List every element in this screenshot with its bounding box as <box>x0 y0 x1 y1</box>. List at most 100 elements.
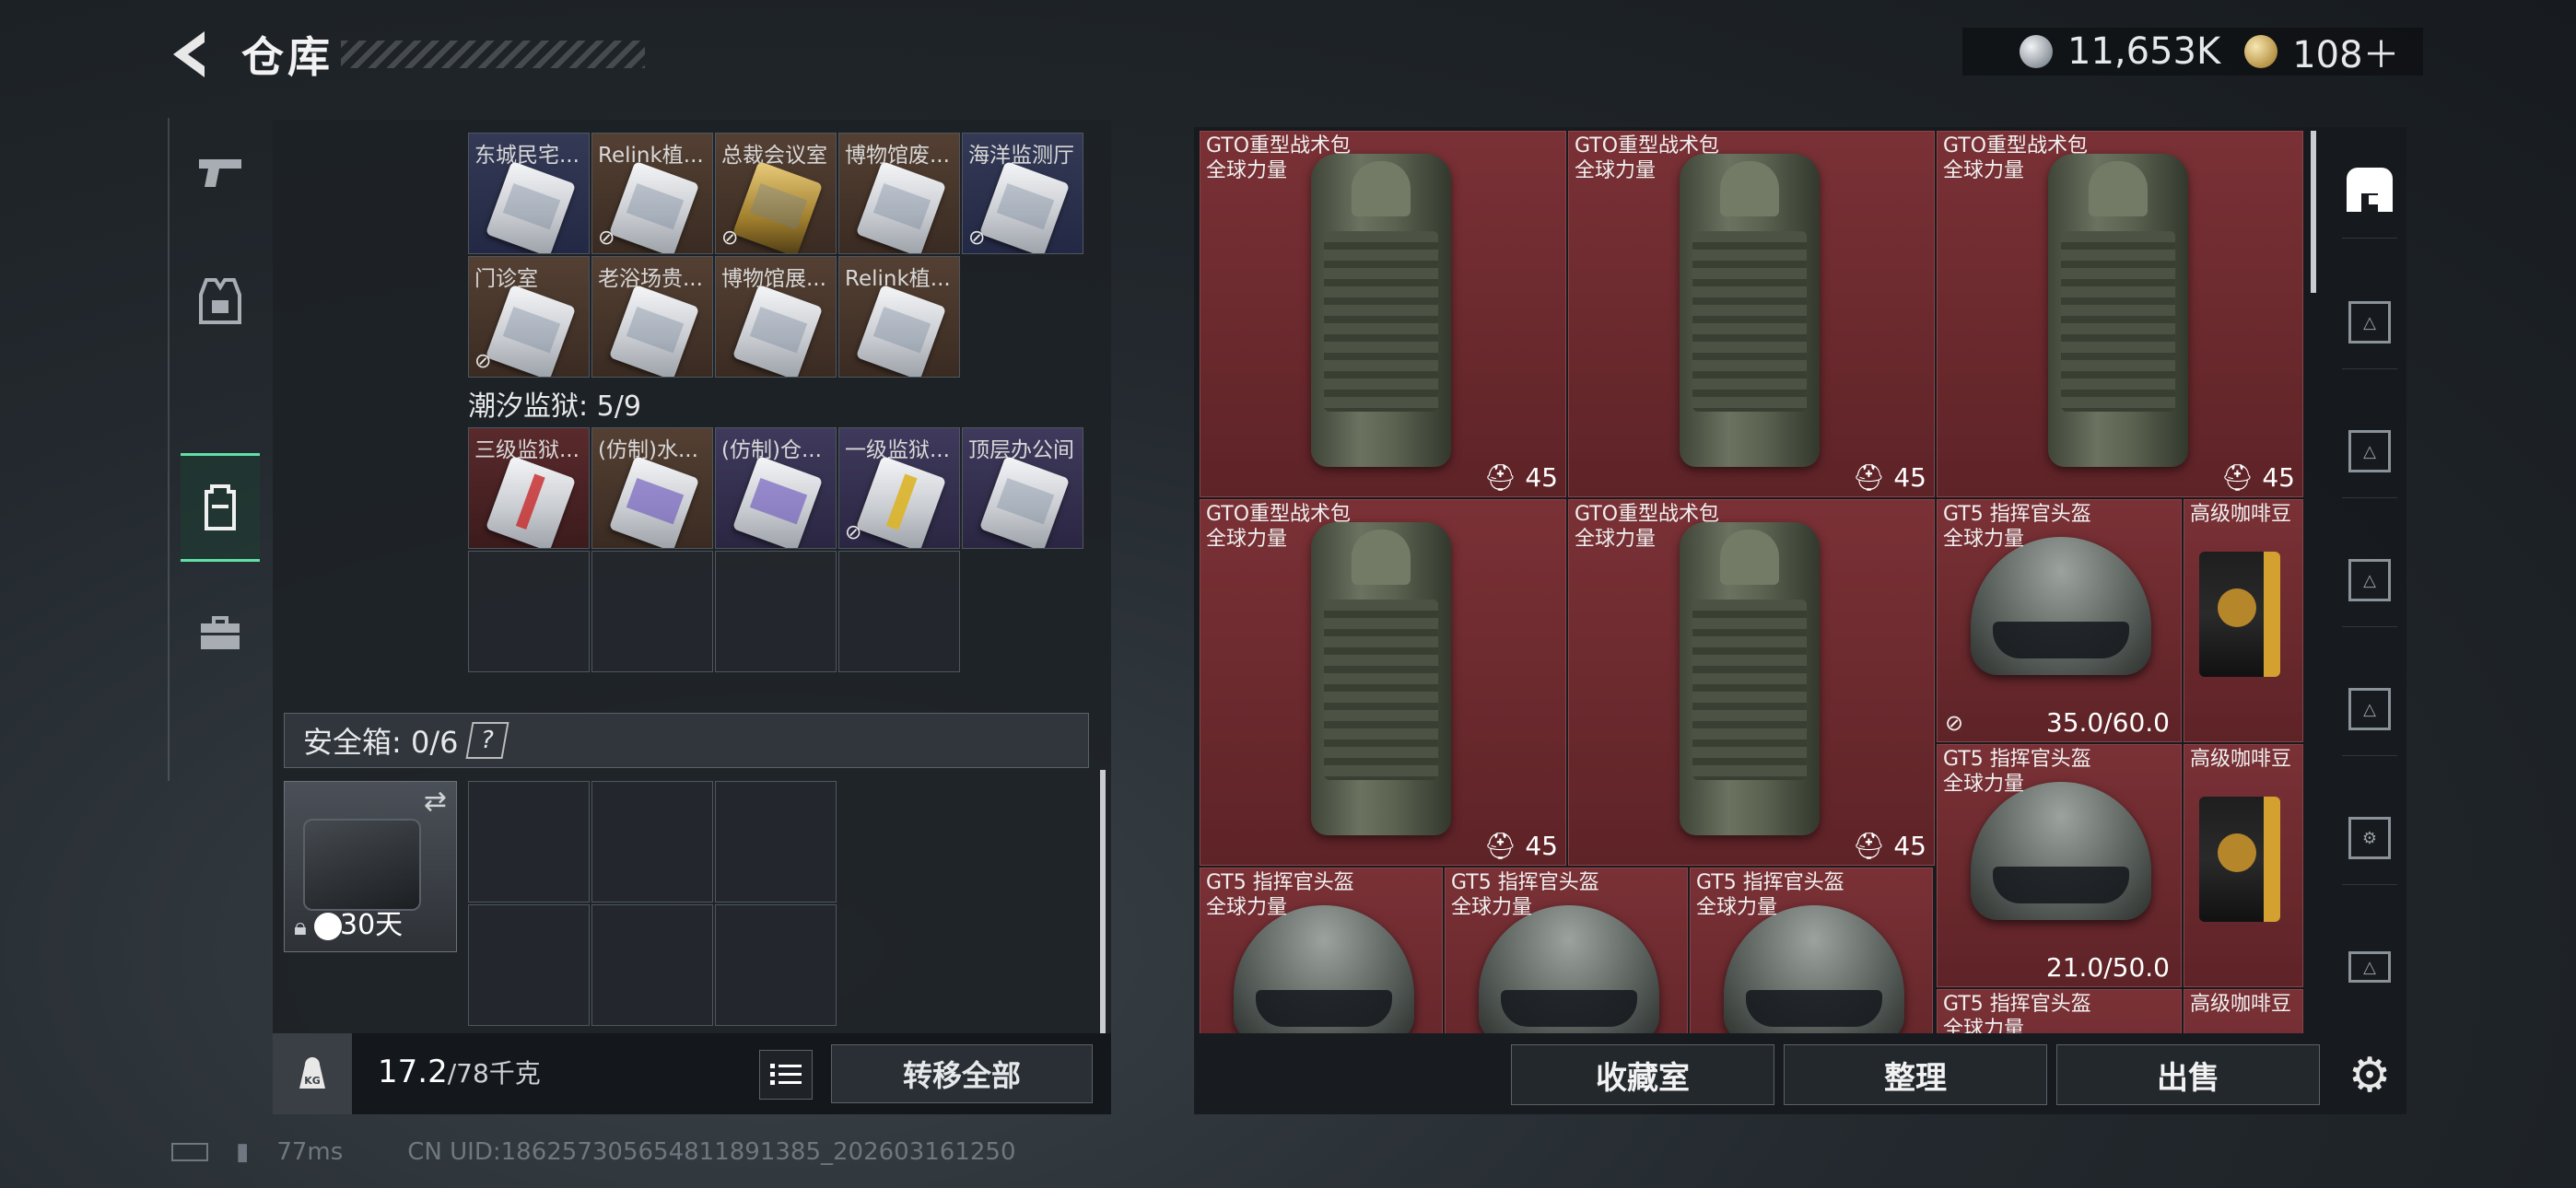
key-card[interactable]: 博物馆废... <box>838 133 960 254</box>
key-card[interactable]: 门诊室 ⊘ <box>468 256 590 378</box>
key-card[interactable]: 博物馆展... <box>715 256 837 378</box>
empty-slot[interactable] <box>715 904 837 1026</box>
back-button[interactable] <box>164 26 221 83</box>
page-title: 仓库 <box>241 32 334 82</box>
card-label: (仿制)水... <box>598 438 698 462</box>
scrollbar[interactable] <box>1100 770 1106 1033</box>
weight-bar: KG 17.2/78千克 转移全部 <box>273 1033 1111 1114</box>
backpack-image <box>1680 154 1820 467</box>
rail-divider <box>2342 238 2397 239</box>
list-view-button[interactable] <box>759 1050 813 1100</box>
section-label: 潮汐监狱: 5/9 <box>468 390 641 423</box>
item-capacity: ⛑ 45 <box>2220 462 2295 493</box>
key-card[interactable]: 海洋监测厅 ⊘ <box>962 133 1083 254</box>
sell-button[interactable]: 出售 <box>2056 1044 2320 1105</box>
helmet-item[interactable]: GT5 指挥官头盔 全球力量 <box>1690 868 1933 1033</box>
collection-room-button[interactable]: 收藏室 <box>1511 1044 1774 1105</box>
ping-value: 77ms <box>276 1138 344 1166</box>
helmet-item[interactable]: GT5 指挥官头盔 全球力量 <box>1200 868 1443 1033</box>
key-card-image <box>485 284 577 377</box>
backpack-item[interactable]: GTO重型战术包 全球力量 ⛑ 45 <box>1568 131 1935 497</box>
item-name: GT5 指挥官头盔 全球力量 <box>1943 503 2091 551</box>
no-trade-icon: ⊘ <box>474 350 492 373</box>
card-label: 博物馆废... <box>845 144 950 168</box>
helmet-image <box>1234 905 1414 1033</box>
coffee-item[interactable]: 高级咖啡豆 <box>2184 744 2303 987</box>
stash-page-tab[interactable]: △ <box>2342 295 2397 350</box>
backpack-item[interactable]: GTO重型战术包 全球力量 ⛑ 45 <box>1937 131 2303 497</box>
empty-slot[interactable] <box>468 551 590 672</box>
empty-slot[interactable] <box>715 551 837 672</box>
empty-slot[interactable] <box>591 781 713 903</box>
key-card[interactable]: 总裁会议室 ⊘ <box>715 133 837 254</box>
safe-box-grid <box>468 781 837 1026</box>
help-button[interactable]: ? <box>465 722 509 759</box>
item-capacity: ⛑ 45 <box>1483 462 1558 493</box>
key-card-image <box>732 160 824 253</box>
stash-page-tab[interactable]: △ <box>2342 424 2397 479</box>
coffee-item[interactable]: 高级咖啡豆 <box>2184 499 2303 742</box>
empty-slot[interactable] <box>715 781 837 903</box>
stash-main-tab[interactable] <box>2342 162 2397 217</box>
no-trade-icon: ⊘ <box>598 227 615 250</box>
key-card[interactable]: 东城民宅... <box>468 133 590 254</box>
safe-box-image <box>303 819 421 911</box>
helmet-item[interactable]: GT5 指挥官头盔 全球力量 21.0/50.0 <box>1937 744 2182 987</box>
transfer-all-button[interactable]: 转移全部 <box>831 1044 1093 1103</box>
svg-text:KG: KG <box>304 1075 321 1087</box>
no-trade-icon: ⊘ <box>1945 710 1964 736</box>
safe-box-item[interactable]: ⇄ 🔒︎ 30天 <box>284 781 457 952</box>
backpack-tab[interactable] <box>181 453 260 562</box>
backpack-item[interactable]: GTO重型战术包 全球力量 ⛑ 45 <box>1200 131 1566 497</box>
key-card[interactable]: (仿制)仓... <box>715 427 837 549</box>
item-durability: 35.0/60.0 <box>2045 707 2170 738</box>
backpack-item[interactable]: GTO重型战术包 全球力量 ⛑ 45 <box>1568 499 1935 866</box>
helmet-item[interactable]: GT5 指挥官头盔 全球力量 <box>1937 989 2182 1033</box>
key-card[interactable]: 三级监狱... <box>468 427 590 549</box>
empty-slot[interactable] <box>591 904 713 1026</box>
stash-page-tab[interactable]: △ <box>2342 939 2397 995</box>
stash-page-tab[interactable]: △ <box>2342 681 2397 737</box>
empty-slot[interactable] <box>838 551 960 672</box>
key-card[interactable]: Relink植... <box>838 256 960 378</box>
item-name: GTO重型战术包 全球力量 <box>1943 134 2089 182</box>
card-label: 总裁会议室 <box>721 144 827 168</box>
key-card-image <box>978 160 1071 253</box>
helmet-item[interactable]: GT5 指挥官头盔 全球力量 <box>1445 868 1688 1033</box>
lock-icon: 🔒︎ <box>294 914 307 941</box>
coffee-item[interactable]: 高级咖啡豆 <box>2184 989 2303 1033</box>
settings-gear-icon[interactable]: ⚙ <box>2342 1048 2397 1103</box>
empty-slot[interactable] <box>591 551 713 672</box>
organize-button[interactable]: 整理 <box>1784 1044 2047 1105</box>
key-card[interactable]: 顶层办公间 <box>962 427 1083 549</box>
backpack-item[interactable]: GTO重型战术包 全球力量 ⛑ 45 <box>1200 499 1566 866</box>
signal-icon: ▮ <box>236 1138 250 1166</box>
list-icon <box>770 1064 802 1085</box>
supply-tab[interactable] <box>181 578 260 687</box>
swap-icon[interactable]: ⇄ <box>424 786 447 818</box>
item-name: 高级咖啡豆 <box>2190 748 2292 771</box>
gold-amount[interactable]: 108＋ <box>2292 25 2399 78</box>
scrollbar[interactable] <box>2311 131 2316 293</box>
empty-slot[interactable] <box>468 904 590 1026</box>
stash-page-tab[interactable]: △ <box>2342 553 2397 608</box>
card-label: 老浴场贵... <box>598 267 703 291</box>
empty-slot[interactable] <box>468 781 590 903</box>
key-card[interactable]: 一级监狱... ⊘ <box>838 427 960 549</box>
key-card[interactable]: 老浴场贵... <box>591 256 713 378</box>
gear-tab[interactable] <box>181 247 260 355</box>
key-card[interactable]: (仿制)水... <box>591 427 713 549</box>
backpack-image <box>1311 522 1451 835</box>
title-decoration <box>341 41 645 68</box>
helmet-image <box>1479 905 1659 1033</box>
key-card-image <box>732 284 824 377</box>
stash-page-tab[interactable]: ⚙ <box>2342 810 2397 866</box>
pistol-icon <box>199 159 241 187</box>
helmet-item[interactable]: GT5 指挥官头盔 全球力量 ⊘ 35.0/60.0 <box>1937 499 2182 742</box>
key-card[interactable]: Relink植... ⊘ <box>591 133 713 254</box>
no-trade-icon: ⊘ <box>968 227 986 250</box>
currency-bar: 11,653K 108＋ <box>1962 28 2423 76</box>
key-card-image <box>732 455 824 548</box>
weapon-tab[interactable] <box>181 118 260 227</box>
item-name: GT5 指挥官头盔 全球力量 <box>1206 871 1354 919</box>
